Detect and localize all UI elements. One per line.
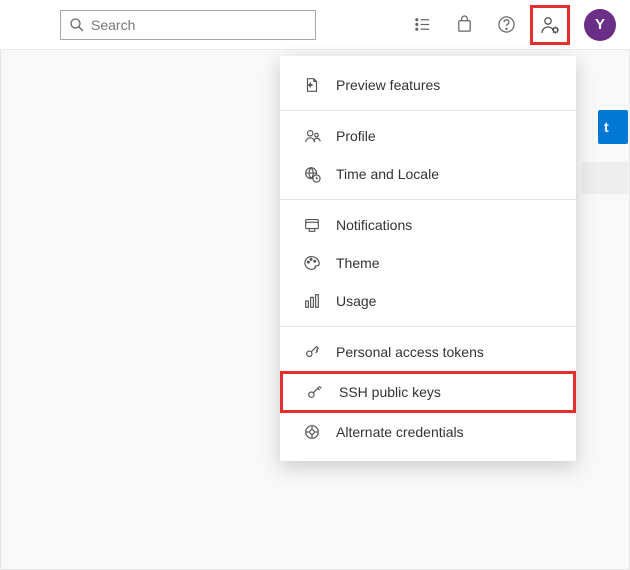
person-gear-icon [539,14,561,36]
menu-item-notifications[interactable]: Notifications [280,206,576,244]
work-items-icon[interactable] [404,7,440,43]
ssh-key-icon [305,382,325,402]
menu-item-alt-creds[interactable]: Alternate credentials [280,413,576,451]
avatar[interactable]: Y [584,9,616,41]
user-settings-button[interactable] [530,5,570,45]
menu-item-label: Preview features [336,77,440,93]
menu-divider [280,199,576,200]
bar-chart-icon [302,291,322,311]
primary-action-button[interactable]: t [598,110,628,144]
globe-clock-icon [302,164,322,184]
search-input[interactable] [91,17,307,33]
menu-item-label: SSH public keys [339,384,441,400]
key-icon [302,342,322,362]
menu-item-profile[interactable]: Profile [280,117,576,155]
menu-item-preview-features[interactable]: Preview features [280,66,576,104]
help-icon[interactable] [488,7,524,43]
user-settings-menu: Preview features Profile Time and Locale No… [280,56,576,461]
menu-item-label: Time and Locale [336,166,439,182]
search-icon [69,17,85,33]
menu-item-usage[interactable]: Usage [280,282,576,320]
menu-item-label: Personal access tokens [336,344,484,360]
menu-item-time-locale[interactable]: Time and Locale [280,155,576,193]
menu-item-theme[interactable]: Theme [280,244,576,282]
menu-item-label: Notifications [336,217,412,233]
menu-item-label: Alternate credentials [336,424,464,440]
menu-item-label: Theme [336,255,380,271]
person-icon [302,126,322,146]
credentials-icon [302,422,322,442]
document-sparkle-icon [302,75,322,95]
menu-item-pat[interactable]: Personal access tokens [280,333,576,371]
marketplace-icon[interactable] [446,7,482,43]
top-bar: Y [0,0,630,50]
notification-icon [302,215,322,235]
menu-item-ssh[interactable]: SSH public keys [280,371,576,413]
menu-item-label: Profile [336,128,376,144]
menu-divider [280,110,576,111]
menu-divider [280,326,576,327]
palette-icon [302,253,322,273]
menu-item-label: Usage [336,293,376,309]
toolbar-fragment [582,162,628,194]
search-box[interactable] [60,10,316,40]
